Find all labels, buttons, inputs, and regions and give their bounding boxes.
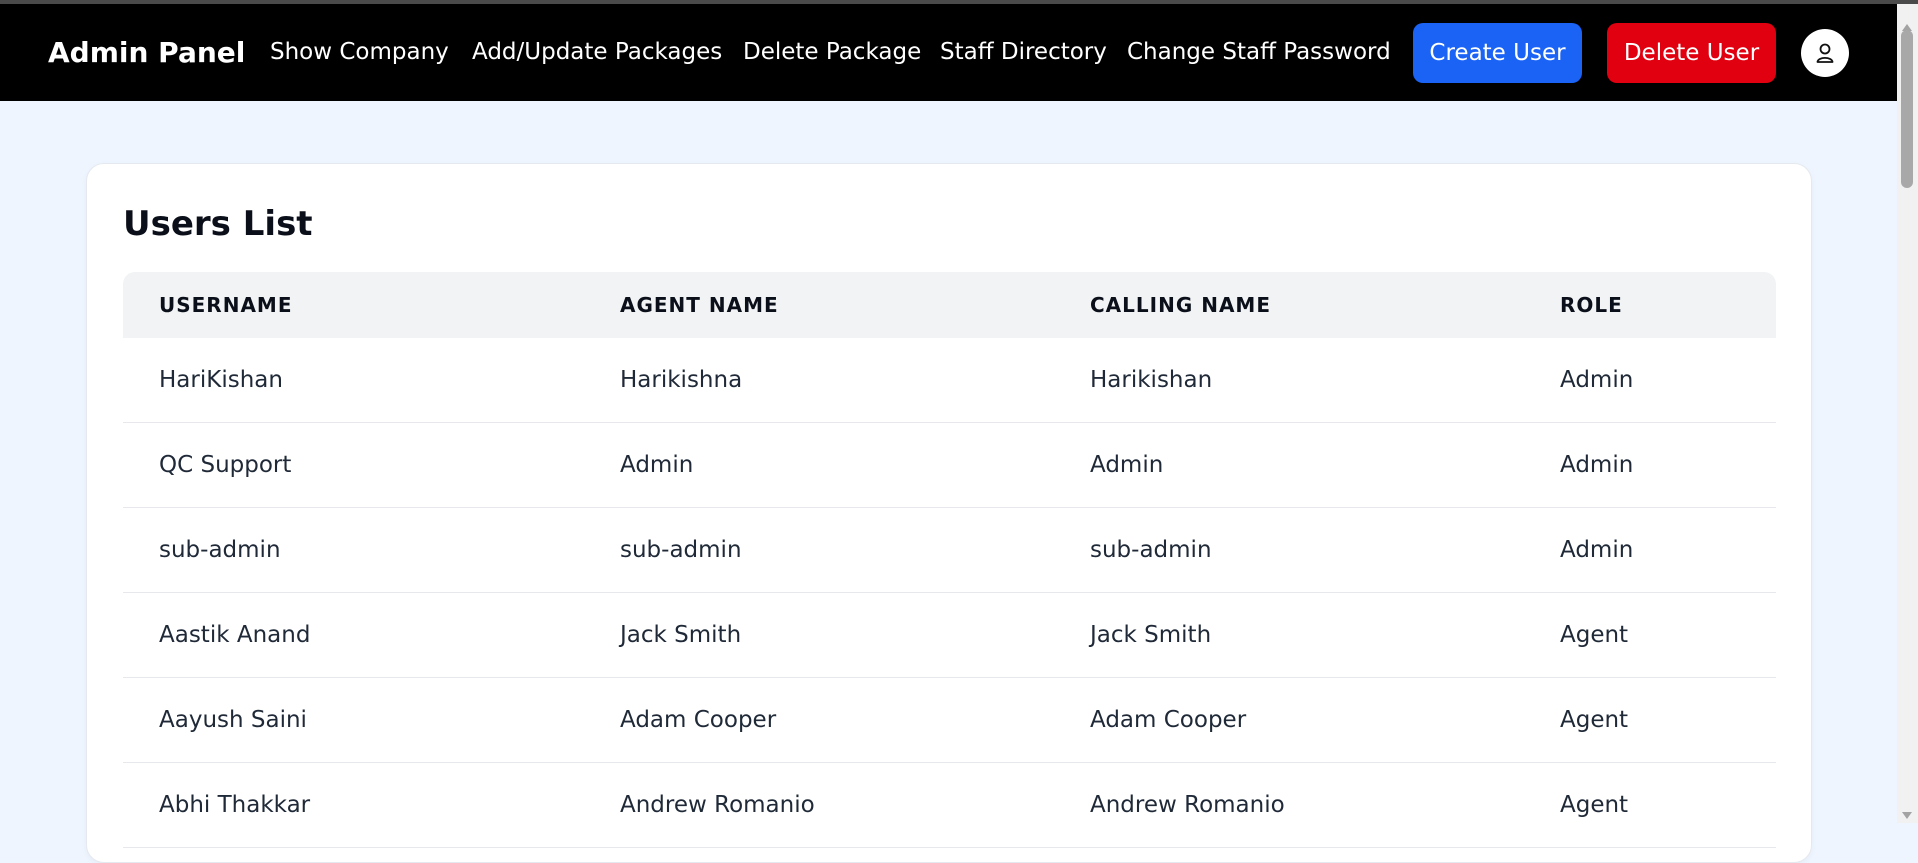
users-card: Users List USERNAME AGENT NAME CALLING N… [86,163,1812,863]
cell-username: Aastik Anand [159,622,311,648]
nav-staff-directory[interactable]: Staff Directory [940,4,1107,101]
cell-agent-name: Admin [620,452,694,478]
column-header-role: ROLE [1560,293,1623,317]
table-header: USERNAME AGENT NAME CALLING NAME ROLE [123,272,1776,338]
table-row[interactable]: Aastik Anand Jack Smith Jack Smith Agent [123,593,1776,678]
cell-calling-name: Adam Cooper [1090,707,1247,733]
cell-role: Admin [1560,367,1634,393]
nav-change-staff-password[interactable]: Change Staff Password [1127,4,1391,101]
cell-username: QC Support [159,452,292,478]
cell-username: sub-admin [159,537,281,563]
cell-role: Agent [1560,792,1629,818]
nav-show-company[interactable]: Show Company [270,4,449,101]
table-row[interactable]: QC Support Admin Admin Admin [123,423,1776,508]
cell-username: Aayush Saini [159,707,307,733]
top-navbar: Admin Panel Show Company Add/Update Pack… [0,4,1897,101]
scrollbar-thumb[interactable] [1901,30,1913,188]
avatar[interactable] [1801,29,1849,77]
page-title: Users List [123,204,313,244]
delete-user-button[interactable]: Delete User [1607,23,1776,83]
cell-calling-name: Jack Smith [1090,622,1212,648]
table-row[interactable]: Abhi Thakkar Andrew Romanio Andrew Roman… [123,763,1776,848]
scroll-down-arrow-icon[interactable] [1902,812,1912,819]
create-user-button[interactable]: Create User [1413,23,1582,83]
cell-calling-name: sub-admin [1090,537,1212,563]
cell-agent-name: Adam Cooper [620,707,777,733]
column-header-username: USERNAME [159,293,293,317]
cell-role: Admin [1560,452,1634,478]
table-body: HariKishan Harikishna Harikishan Admin Q… [123,338,1776,848]
table-row[interactable]: Aayush Saini Adam Cooper Adam Cooper Age… [123,678,1776,763]
table-row[interactable]: HariKishan Harikishna Harikishan Admin [123,338,1776,423]
cell-username: Abhi Thakkar [159,792,311,818]
nav-delete-package[interactable]: Delete Package [743,4,921,101]
cell-role: Agent [1560,622,1629,648]
cell-agent-name: sub-admin [620,537,742,563]
column-header-calling-name: CALLING NAME [1090,293,1271,317]
cell-agent-name: Andrew Romanio [620,792,815,818]
users-table: USERNAME AGENT NAME CALLING NAME ROLE Ha… [123,272,1776,848]
brand-title[interactable]: Admin Panel [48,4,245,101]
cell-calling-name: Andrew Romanio [1090,792,1285,818]
vertical-scrollbar[interactable] [1897,4,1918,823]
nav-add-update-packages[interactable]: Add/Update Packages [472,4,722,101]
cell-role: Admin [1560,537,1634,563]
cell-calling-name: Admin [1090,452,1164,478]
column-header-agent-name: AGENT NAME [620,293,779,317]
cell-role: Agent [1560,707,1629,733]
cell-agent-name: Harikishna [620,367,743,393]
cell-agent-name: Jack Smith [620,622,742,648]
cell-calling-name: Harikishan [1090,367,1213,393]
table-row[interactable]: sub-admin sub-admin sub-admin Admin [123,508,1776,593]
user-icon [1816,43,1834,63]
cell-username: HariKishan [159,367,283,393]
